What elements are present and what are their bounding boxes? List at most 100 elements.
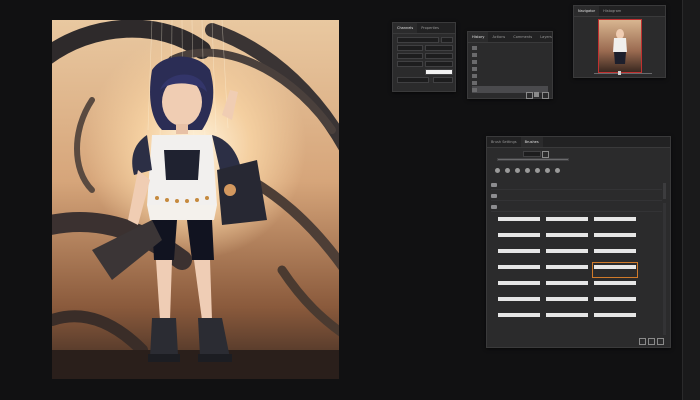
brush-stroke-preview bbox=[594, 265, 636, 269]
tab-histogram[interactable]: Histogram bbox=[599, 6, 625, 16]
brush-stroke-preview bbox=[498, 281, 540, 285]
document-canvas[interactable] bbox=[52, 20, 339, 379]
brush-preset[interactable] bbox=[593, 231, 637, 245]
brush-preset[interactable] bbox=[545, 311, 589, 325]
history-step[interactable] bbox=[472, 65, 548, 72]
artwork-character bbox=[92, 56, 267, 362]
brush-stroke-preview bbox=[594, 313, 636, 317]
brush-preset[interactable] bbox=[497, 279, 541, 293]
trash-icon[interactable] bbox=[542, 92, 549, 99]
history-step-thumbnail bbox=[472, 73, 477, 78]
brush-folder-open[interactable] bbox=[491, 203, 662, 212]
history-step[interactable] bbox=[472, 51, 548, 58]
brush-preset[interactable] bbox=[593, 247, 637, 261]
property-field-2[interactable] bbox=[425, 45, 453, 51]
property-field-3[interactable] bbox=[397, 53, 423, 59]
brush-stroke-preview bbox=[498, 297, 540, 301]
brush-preset[interactable] bbox=[497, 215, 541, 229]
brush-folder[interactable] bbox=[491, 181, 662, 190]
tab-brushes[interactable]: Brushes bbox=[520, 137, 543, 147]
property-field-1[interactable] bbox=[397, 45, 423, 51]
history-step-thumbnail bbox=[472, 45, 477, 50]
property-field-4[interactable] bbox=[425, 53, 453, 59]
zoom-slider-handle[interactable] bbox=[618, 71, 621, 75]
new-snapshot-icon[interactable] bbox=[526, 92, 533, 99]
channels-panel-tabs: Channels Properties bbox=[393, 23, 455, 34]
history-step-thumbnail bbox=[472, 52, 477, 57]
color-swatch[interactable] bbox=[425, 69, 453, 75]
brush-stroke-preview bbox=[498, 233, 540, 237]
trash-icon[interactable] bbox=[657, 338, 664, 345]
history-step[interactable] bbox=[472, 79, 548, 86]
brushes-scrollbar[interactable] bbox=[663, 183, 666, 199]
brush-preset[interactable] bbox=[497, 231, 541, 245]
recent-brush-icon[interactable] bbox=[515, 168, 520, 173]
brush-stroke-preview bbox=[594, 217, 636, 221]
recent-brush-icon[interactable] bbox=[535, 168, 540, 173]
channels-panel: Channels Properties bbox=[392, 22, 456, 92]
brush-size-slider[interactable] bbox=[497, 158, 569, 161]
blend-mode-select[interactable] bbox=[397, 37, 439, 43]
history-step[interactable] bbox=[472, 58, 548, 65]
brush-preset[interactable] bbox=[545, 279, 589, 293]
brush-settings-icon[interactable] bbox=[542, 151, 549, 158]
brush-folder[interactable] bbox=[491, 192, 662, 201]
recent-brush-icon[interactable] bbox=[495, 168, 500, 173]
camera-icon[interactable] bbox=[534, 92, 539, 97]
property-field-6[interactable] bbox=[425, 61, 453, 67]
recent-brush-icon[interactable] bbox=[555, 168, 560, 173]
brush-stroke-preview bbox=[546, 297, 588, 301]
recent-brush-icon[interactable] bbox=[525, 168, 530, 173]
brush-preset[interactable] bbox=[593, 279, 637, 293]
brush-grid bbox=[497, 215, 657, 335]
navigator-thumbnail bbox=[613, 29, 627, 64]
zoom-slider[interactable] bbox=[594, 73, 652, 74]
brush-preset[interactable] bbox=[593, 295, 637, 309]
brush-preset-selected[interactable] bbox=[592, 262, 638, 278]
brushes-scrollbar-track[interactable] bbox=[663, 203, 666, 335]
brush-preset[interactable] bbox=[497, 295, 541, 309]
right-toolbar-edge bbox=[682, 0, 700, 400]
property-field-5[interactable] bbox=[397, 61, 423, 67]
tab-comments[interactable]: Comments bbox=[509, 32, 536, 42]
brush-preset[interactable] bbox=[545, 263, 589, 277]
navigator-panel: Navigator Histogram bbox=[573, 5, 666, 78]
brush-preset[interactable] bbox=[497, 247, 541, 261]
brush-preset[interactable] bbox=[545, 215, 589, 229]
brush-preset[interactable] bbox=[545, 295, 589, 309]
property-field-7[interactable] bbox=[397, 77, 429, 83]
tab-brush-settings[interactable]: Brush Settings bbox=[487, 137, 521, 147]
brush-preset[interactable] bbox=[497, 263, 541, 277]
folder-icon bbox=[491, 183, 497, 187]
brush-stroke-preview bbox=[594, 233, 636, 237]
folder-icon bbox=[491, 194, 497, 198]
history-step[interactable] bbox=[472, 44, 548, 51]
brush-stroke-preview bbox=[594, 249, 636, 253]
brushes-panel-tabs: Brush Settings Brushes bbox=[487, 137, 670, 148]
history-step-thumbnail bbox=[472, 66, 477, 71]
new-brush-icon[interactable] bbox=[648, 338, 655, 345]
brush-preset[interactable] bbox=[593, 215, 637, 229]
tab-properties[interactable]: Properties bbox=[417, 23, 443, 33]
brush-stroke-preview bbox=[546, 249, 588, 253]
tab-history[interactable]: History bbox=[468, 32, 489, 42]
tab-layers[interactable]: Layers bbox=[536, 32, 556, 42]
history-step[interactable] bbox=[472, 72, 548, 79]
tab-actions[interactable]: Actions bbox=[488, 32, 509, 42]
brush-preset[interactable] bbox=[593, 311, 637, 325]
recent-brush-icon[interactable] bbox=[545, 168, 550, 173]
property-field-8[interactable] bbox=[433, 77, 453, 83]
brush-preset[interactable] bbox=[545, 231, 589, 245]
brush-preset[interactable] bbox=[545, 247, 589, 261]
brush-stroke-preview bbox=[498, 217, 540, 221]
tab-channels[interactable]: Channels bbox=[393, 23, 418, 33]
brush-preset[interactable] bbox=[497, 311, 541, 325]
brush-size-field[interactable] bbox=[523, 151, 541, 157]
navigator-panel-tabs: Navigator Histogram bbox=[574, 6, 665, 17]
tab-navigator[interactable]: Navigator bbox=[574, 6, 600, 16]
recent-brush-icon[interactable] bbox=[505, 168, 510, 173]
navigator-preview[interactable] bbox=[598, 19, 642, 73]
brush-stroke-preview bbox=[594, 281, 636, 285]
opacity-field[interactable] bbox=[441, 37, 453, 43]
new-group-icon[interactable] bbox=[639, 338, 646, 345]
